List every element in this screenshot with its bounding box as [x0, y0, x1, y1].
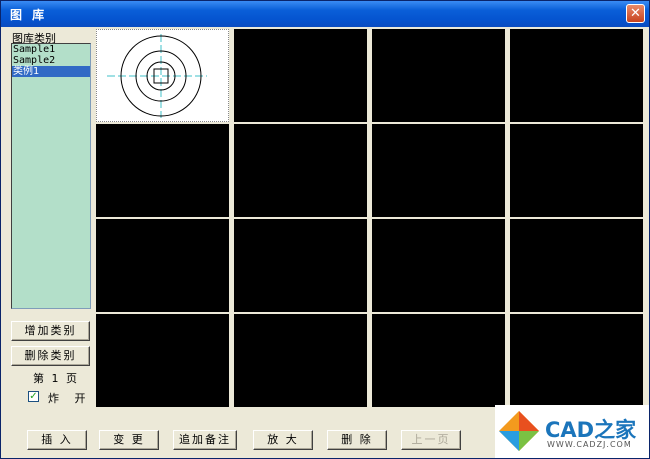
insert-button[interactable]: 插 入	[27, 430, 87, 450]
thumbnail-slot-empty[interactable]	[96, 219, 229, 312]
thumbnail-slot-empty[interactable]	[372, 314, 505, 407]
add-note-button[interactable]: 追加备注	[173, 430, 237, 450]
zoom-in-button[interactable]: 放 大	[253, 430, 313, 450]
title-bar: 图 库 ✕	[1, 1, 649, 27]
prev-page-button[interactable]: 上一页	[401, 430, 461, 450]
explode-label: 炸 开	[48, 392, 92, 405]
thumbnail-slot-empty[interactable]	[372, 219, 505, 312]
thumbnail-slot-empty[interactable]	[234, 124, 367, 217]
thumbnail-slot-empty[interactable]	[510, 29, 643, 122]
add-category-button[interactable]: 增加类别	[11, 321, 90, 341]
thumbnail-slot-empty[interactable]	[96, 314, 229, 407]
thumbnail-slot-empty[interactable]	[234, 314, 367, 407]
thumbnail-slot-empty[interactable]	[372, 124, 505, 217]
category-item[interactable]: Sample2	[12, 55, 90, 66]
category-list[interactable]: Sample1 Sample2 类例1	[11, 43, 91, 309]
thumbnail-slot-empty[interactable]	[510, 314, 643, 407]
thumbnail-slot-empty[interactable]	[372, 29, 505, 122]
category-item[interactable]: Sample1	[12, 44, 90, 55]
watermark: CAD之家 WWW.CADZJ.COM	[495, 405, 649, 458]
thumbnail-slot-empty[interactable]	[510, 124, 643, 217]
thumbnail-slot-empty[interactable]	[510, 219, 643, 312]
watermark-url: WWW.CADZJ.COM	[547, 440, 632, 449]
page-indicator: 第 1 页	[33, 372, 79, 385]
target-block-icon	[107, 34, 207, 118]
thumbnail-slot-empty[interactable]	[234, 29, 367, 122]
library-dialog: 图 库 ✕ 图库类别 Sample1 Sample2 类例1 增加类别 删除类别 第…	[0, 0, 650, 459]
delete-category-button[interactable]: 删除类别	[11, 346, 90, 366]
cad-logo-icon	[499, 411, 539, 451]
close-icon[interactable]: ✕	[626, 4, 645, 23]
thumbnail-preview[interactable]	[96, 29, 229, 122]
category-item[interactable]: 类例1	[12, 66, 90, 77]
explode-checkbox[interactable]: ✓	[28, 391, 39, 402]
window-title: 图 库	[10, 8, 48, 22]
thumbnail-slot-empty[interactable]	[96, 124, 229, 217]
delete-button[interactable]: 删 除	[327, 430, 387, 450]
thumbnail-slot-empty[interactable]	[234, 219, 367, 312]
change-button[interactable]: 变 更	[99, 430, 159, 450]
